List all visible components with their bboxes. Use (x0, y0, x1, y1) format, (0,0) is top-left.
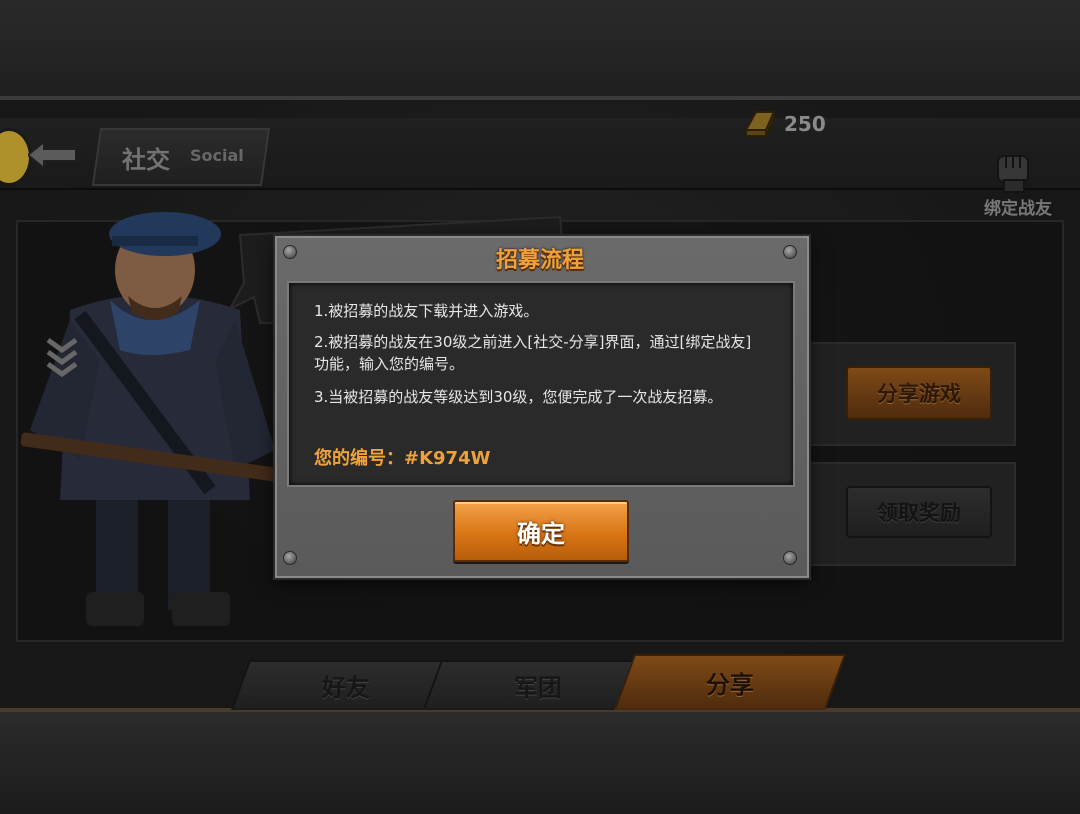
top-letterbox (0, 0, 1080, 100)
step-1-text: 1.被招募的战友下载并进入游戏。 (314, 302, 539, 320)
bolt-icon (283, 551, 297, 565)
bolt-icon (783, 551, 797, 565)
dialog-title: 招募流程 (495, 248, 584, 273)
player-code: 您的编号：#K974W (314, 448, 491, 469)
step-3-text: 3.当被招募的战友等级达到30级，您便完成了一次战友招募。 (314, 388, 723, 406)
step-2-text: 2.被招募的战友在30级之前进入[社交-分享]界面，通过[绑定战友]功能，输入您… (314, 333, 752, 373)
confirm-button[interactable]: 确定 (453, 500, 629, 562)
bottom-letterbox (0, 708, 1080, 814)
